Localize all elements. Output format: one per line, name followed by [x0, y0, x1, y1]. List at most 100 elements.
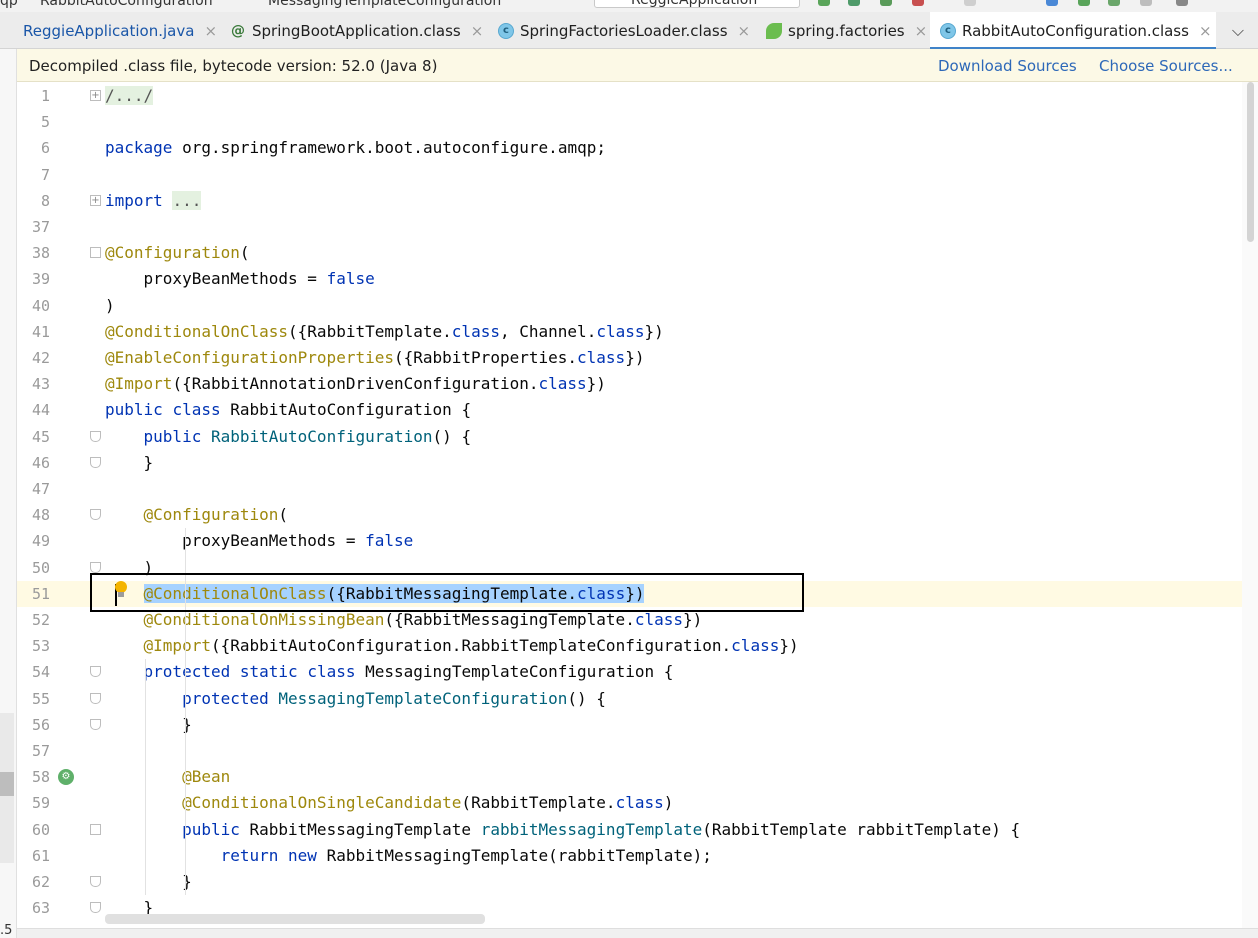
stop-icon[interactable] — [964, 0, 976, 6]
code-line[interactable]: 44 public class RabbitAutoConfiguration { — [17, 397, 1242, 423]
scrollbar-thumb[interactable] — [1247, 82, 1254, 242]
bean-gutter-icon[interactable]: ⚙ — [58, 769, 74, 786]
code-line[interactable]: 59 @ConditionalOnSingleCandidate(RabbitT… — [17, 790, 1242, 816]
code-line[interactable]: 53 @Import({RabbitAutoConfiguration.Rabb… — [17, 633, 1242, 659]
code-line[interactable]: 8 + import ... — [17, 188, 1242, 214]
code-line[interactable]: 46 } — [17, 450, 1242, 476]
fold-toggle-icon[interactable] — [90, 247, 101, 259]
folded-code-marker[interactable]: /.../ — [105, 86, 154, 105]
code-line[interactable]: 61 return new RabbitMessagingTemplate(ra… — [17, 843, 1242, 869]
code-token: ({ — [384, 610, 404, 629]
close-icon[interactable]: × — [1199, 22, 1212, 40]
highlight-box — [90, 573, 804, 612]
profile-icon[interactable] — [912, 0, 924, 6]
rollback-icon[interactable] — [1176, 0, 1188, 6]
close-icon[interactable]: × — [915, 22, 928, 40]
fold-toggle-icon[interactable]: + — [90, 90, 101, 101]
fold-toggle-icon[interactable] — [90, 692, 101, 704]
close-icon[interactable]: × — [204, 22, 217, 40]
code-token: = — [307, 269, 317, 289]
code-line[interactable]: 54 protected static class MessagingTempl… — [17, 659, 1242, 685]
line-number: 57 — [31, 742, 50, 760]
fold-toggle-icon[interactable] — [90, 902, 101, 914]
code-line[interactable]: 6 package org.springframework.boot.autoco… — [17, 135, 1242, 161]
code-line[interactable]: 43 @Import({RabbitAnnotationDrivenConfigu… — [17, 371, 1242, 397]
code-text: proxyBeanMethods = false — [105, 528, 413, 554]
code-line[interactable]: 41 @ConditionalOnClass({RabbitTemplate.cl… — [17, 319, 1242, 345]
download-sources-link[interactable]: Download Sources — [938, 57, 1077, 75]
code-line[interactable]: 58 ⚙ @Bean — [17, 764, 1242, 790]
coverage-icon[interactable] — [880, 0, 892, 6]
breadcrumb-item-inner-class[interactable]: MessagingTemplateConfiguration — [268, 0, 501, 9]
code-line[interactable]: 7 — [17, 162, 1242, 188]
code-line[interactable]: 47 — [17, 476, 1242, 502]
debug-icon[interactable] — [848, 0, 860, 6]
tab-spring-factories[interactable]: spring.factories × — [758, 12, 930, 49]
line-number: 54 — [31, 663, 50, 682]
code-token: protected — [182, 688, 269, 708]
code-token: ( — [239, 243, 250, 263]
close-icon[interactable]: × — [738, 22, 751, 40]
code-token: false — [326, 269, 375, 289]
tab-spring-boot-application[interactable]: @ SpringBootApplication.class × — [222, 12, 490, 49]
code-line[interactable]: 57 — [17, 738, 1242, 764]
code-token: RabbitMessagingTemplate — [326, 845, 549, 865]
code-line[interactable]: 37 — [17, 214, 1242, 240]
line-number: 51 — [31, 584, 50, 603]
lightbulb-icon[interactable] — [114, 581, 128, 599]
code-line[interactable]: 45 public RabbitAutoConfiguration() { — [17, 424, 1242, 450]
fold-toggle-icon[interactable] — [90, 456, 101, 468]
code-line[interactable]: 5 — [17, 109, 1242, 135]
tab-spring-factories-loader[interactable]: c SpringFactoriesLoader.class × — [490, 12, 758, 49]
horizontal-scrollbar[interactable] — [105, 914, 485, 924]
fold-toggle-icon[interactable] — [90, 876, 101, 887]
folded-code-marker[interactable]: ... — [172, 190, 202, 210]
tab-rabbit-auto-configuration[interactable]: c RabbitAutoConfiguration.class × — [930, 12, 1216, 50]
code-token: proxyBeanMethods — [143, 269, 298, 289]
code-line[interactable]: 49 proxyBeanMethods = false — [17, 528, 1242, 554]
code-token: class — [731, 636, 780, 656]
code-token: false — [365, 531, 414, 551]
history-icon[interactable] — [1140, 0, 1152, 6]
code-text: @ConditionalOnSingleCandidate(RabbitTemp… — [105, 790, 673, 816]
code-line[interactable]: 55 protected MessagingTemplateConfigurat… — [17, 686, 1242, 712]
fold-toggle-icon[interactable]: + — [90, 194, 101, 206]
vcs-update-icon[interactable] — [1046, 0, 1058, 6]
breadcrumb-item-class[interactable]: RabbitAutoConfiguration — [40, 0, 213, 9]
code-line[interactable]: 56 } — [17, 712, 1242, 738]
close-icon[interactable]: × — [471, 22, 484, 40]
tab-label: ReggieApplication.java — [23, 21, 195, 40]
choose-sources-link[interactable]: Choose Sources... — [1099, 57, 1233, 75]
vcs-commit-icon[interactable] — [1078, 0, 1090, 6]
fold-toggle-icon[interactable] — [90, 666, 101, 678]
code-text: @Configuration( — [105, 502, 289, 528]
code-line[interactable]: 38 @Configuration( — [17, 240, 1242, 266]
fold-toggle-icon[interactable] — [90, 718, 101, 730]
code-line[interactable]: 1 + /.../ — [17, 83, 1242, 109]
code-token: . — [442, 321, 452, 341]
fold-toggle-icon[interactable] — [90, 823, 101, 835]
vcs-push-icon[interactable] — [1108, 0, 1120, 6]
code-line[interactable]: 40) — [17, 293, 1242, 319]
run-icon[interactable] — [818, 0, 830, 6]
code-line[interactable]: 60 public RabbitMessagingTemplate rabbit… — [17, 817, 1242, 843]
run-configuration-select[interactable]: ReggieApplication — [594, 0, 800, 8]
code-editor[interactable]: 1 +/.../5 6 package org.springframework.boo… — [17, 82, 1242, 928]
code-token: package — [105, 138, 173, 158]
vertical-scrollbar[interactable] — [1242, 82, 1258, 928]
code-line[interactable]: 48 @Configuration( — [17, 502, 1242, 528]
code-token: rabbitTemplate — [856, 819, 992, 839]
breadcrumb-prefix[interactable]: qp — [0, 0, 18, 9]
fold-toggle-icon[interactable] — [90, 561, 101, 573]
fold-toggle-icon[interactable] — [90, 430, 101, 442]
code-line[interactable]: 39 proxyBeanMethods = false — [17, 266, 1242, 292]
tab-reggie-application[interactable]: ReggieApplication.java × — [8, 12, 220, 49]
chevron-down-icon[interactable]: ⌵ — [1232, 21, 1244, 41]
fold-toggle-icon[interactable] — [90, 509, 101, 521]
code-token: RabbitTemplate — [307, 321, 443, 341]
code-line[interactable]: 62 } — [17, 869, 1242, 895]
code-line[interactable]: 42 @EnableConfigurationProperties({Rabbit… — [17, 345, 1242, 371]
